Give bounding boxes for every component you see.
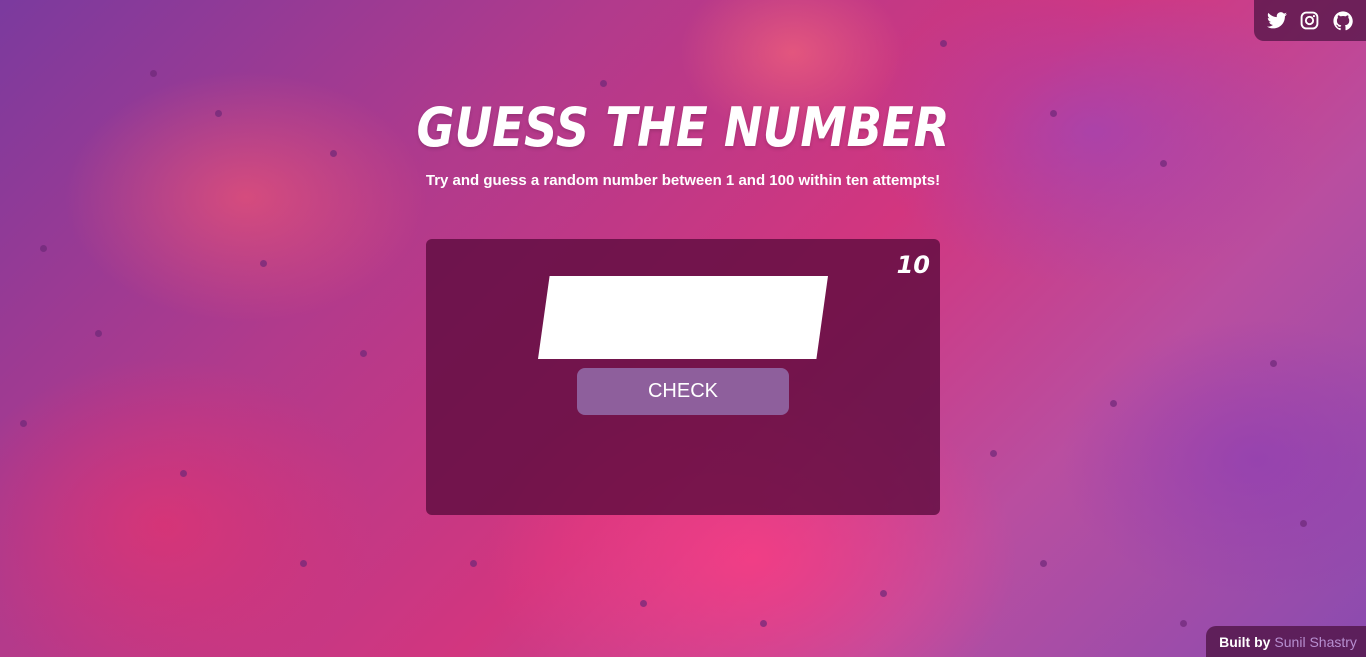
social-links: [1254, 0, 1366, 41]
attempts-counter: 10: [896, 251, 930, 279]
game-card: 10 CHECK: [426, 239, 940, 515]
check-button[interactable]: CHECK: [577, 368, 789, 415]
page-subtitle: Try and guess a random number between 1 …: [425, 172, 941, 189]
instagram-icon[interactable]: [1299, 10, 1321, 32]
page-title: GUESS THE NUMBER: [416, 96, 950, 159]
built-by-label: Built by: [1219, 633, 1271, 650]
author-link[interactable]: Sunil Shastry: [1274, 634, 1356, 650]
guess-input[interactable]: [538, 276, 828, 359]
github-icon[interactable]: [1332, 10, 1354, 32]
twitter-icon[interactable]: [1266, 10, 1288, 32]
footer-credit: Built by Sunil Shastry: [1206, 626, 1366, 657]
